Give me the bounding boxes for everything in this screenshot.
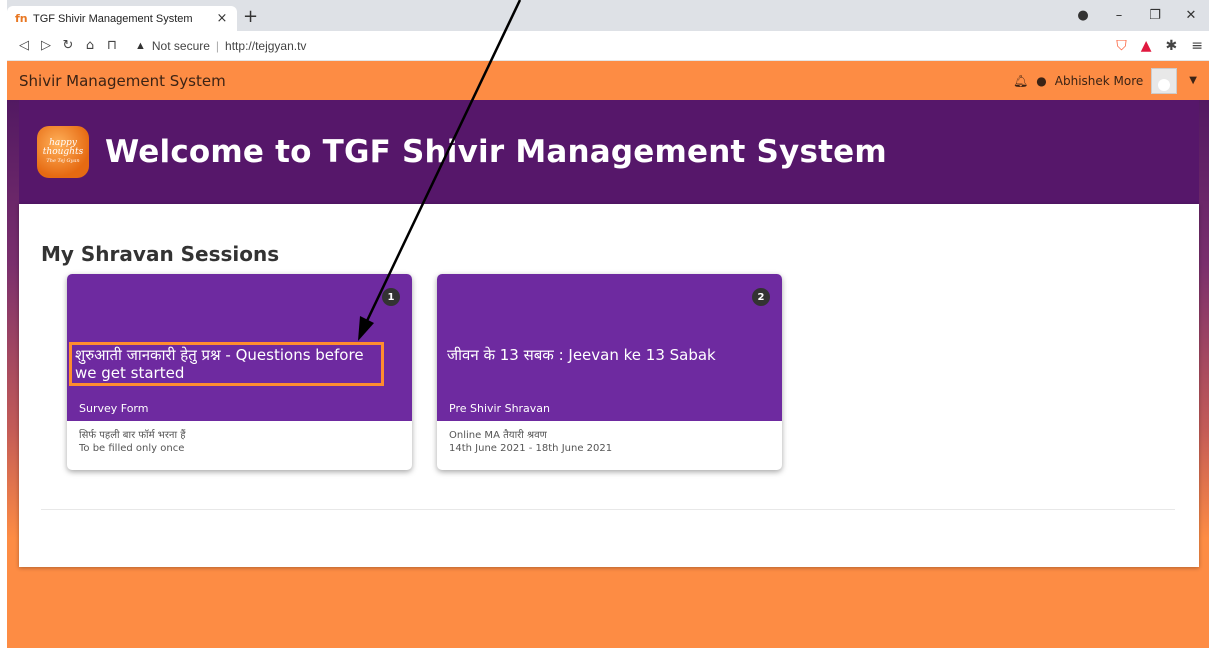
browser-tab[interactable]: fn TGF Shivir Management System ×: [7, 6, 237, 31]
card-subtitle: Survey Form: [79, 402, 149, 415]
tab-bar: fn TGF Shivir Management System × + ● – …: [7, 0, 1209, 31]
avatar-head-icon: [1158, 78, 1171, 91]
chat-icon[interactable]: ●: [1036, 74, 1046, 88]
navbar-user-area: 🔔︎ ● Abhishek More ▼: [1013, 67, 1197, 94]
happy-thoughts-logo: happy thoughts The Tej Gyan: [37, 126, 89, 178]
chevron-down-icon[interactable]: ▼: [1189, 75, 1197, 86]
site-favicon-icon: fn: [15, 11, 28, 25]
card-subtitle: Pre Shivir Shravan: [449, 402, 551, 415]
close-window-icon[interactable]: ✕: [1173, 8, 1209, 23]
logo-text-2: thoughts: [42, 146, 84, 157]
profile-icon[interactable]: ●: [1065, 8, 1101, 23]
session-card-1[interactable]: 1 शुरुआती जानकारी हेतु प्रश्न - Question…: [67, 274, 412, 470]
card-title[interactable]: जीवन के 13 सबक : Jeevan ke 13 Sabak: [447, 346, 757, 364]
card-header: 2 जीवन के 13 सबक : Jeevan ke 13 Sabak Pr…: [437, 274, 782, 421]
menu-icon[interactable]: ≡: [1191, 38, 1203, 54]
welcome-banner: happy thoughts The Tej Gyan Welcome to T…: [19, 100, 1199, 204]
minimize-icon[interactable]: –: [1101, 8, 1137, 23]
user-name[interactable]: Abhishek More: [1055, 74, 1144, 88]
card-line-1: Online MA तैयारी श्रवण: [449, 430, 547, 441]
divider: [41, 509, 1175, 510]
back-icon[interactable]: ◁: [13, 38, 35, 53]
new-tab-button[interactable]: +: [243, 7, 258, 27]
url-text: http://tejgyan.tv: [225, 38, 307, 53]
main-content: My Shravan Sessions 1 शुरुआती जानकारी हे…: [19, 204, 1199, 567]
security-label: Not secure: [151, 38, 210, 53]
browser-toolbar: ◁ ▷ ↻ ⌂ ⊓ ▲ Not secure | http://tejgyan.…: [7, 31, 1209, 61]
card-body: सिर्फ पहली बार फॉर्म भरना हैं To be fill…: [67, 421, 412, 463]
restore-icon[interactable]: ❐: [1137, 8, 1173, 23]
card-line-2: 14th June 2021 - 18th June 2021: [449, 443, 613, 454]
card-body: Online MA तैयारी श्रवण 14th June 2021 - …: [437, 421, 782, 463]
window-controls: ● – ❐ ✕: [1065, 0, 1209, 31]
page-title: Welcome to TGF Shivir Management System: [105, 134, 887, 170]
home-icon[interactable]: ⌂: [79, 38, 101, 53]
app-navbar: Shivir Management System 🔔︎ ● Abhishek M…: [7, 61, 1209, 100]
bookmark-icon[interactable]: ⊓: [101, 38, 123, 53]
address-bar[interactable]: ▲ Not secure | http://tejgyan.tv: [135, 39, 306, 53]
card-line-2: To be filled only once: [79, 443, 185, 454]
card-badge: 1: [382, 288, 400, 306]
card-header: 1 शुरुआती जानकारी हेतु प्रश्न - Question…: [67, 274, 412, 421]
browser-window: fn TGF Shivir Management System × + ● – …: [7, 0, 1209, 648]
section-title: My Shravan Sessions: [41, 242, 280, 266]
brave-rewards-icon[interactable]: ▲: [1141, 38, 1152, 54]
brave-shield-icon[interactable]: ⛉: [1116, 38, 1127, 54]
card-badge: 2: [752, 288, 770, 306]
reload-icon[interactable]: ↻: [57, 38, 79, 53]
close-tab-icon[interactable]: ×: [215, 11, 229, 26]
extension-icons: ⛉ ▲ ✱ ≡: [1116, 31, 1203, 61]
card-line-1: सिर्फ पहली बार फॉर्म भरना हैं: [79, 430, 186, 441]
logo-text-3: The Tej Gyan: [46, 157, 80, 164]
card-title[interactable]: शुरुआती जानकारी हेतु प्रश्न - Questions …: [69, 342, 384, 386]
session-card-2[interactable]: 2 जीवन के 13 सबक : Jeevan ke 13 Sabak Pr…: [437, 274, 782, 470]
separator: |: [215, 38, 220, 53]
warning-icon: ▲: [135, 39, 146, 52]
extensions-icon[interactable]: ✱: [1166, 38, 1178, 54]
avatar[interactable]: [1151, 67, 1178, 94]
navbar-brand[interactable]: Shivir Management System: [19, 72, 226, 90]
bell-icon[interactable]: 🔔︎: [1013, 74, 1028, 88]
tab-title: TGF Shivir Management System: [33, 12, 193, 25]
forward-icon[interactable]: ▷: [35, 38, 57, 53]
